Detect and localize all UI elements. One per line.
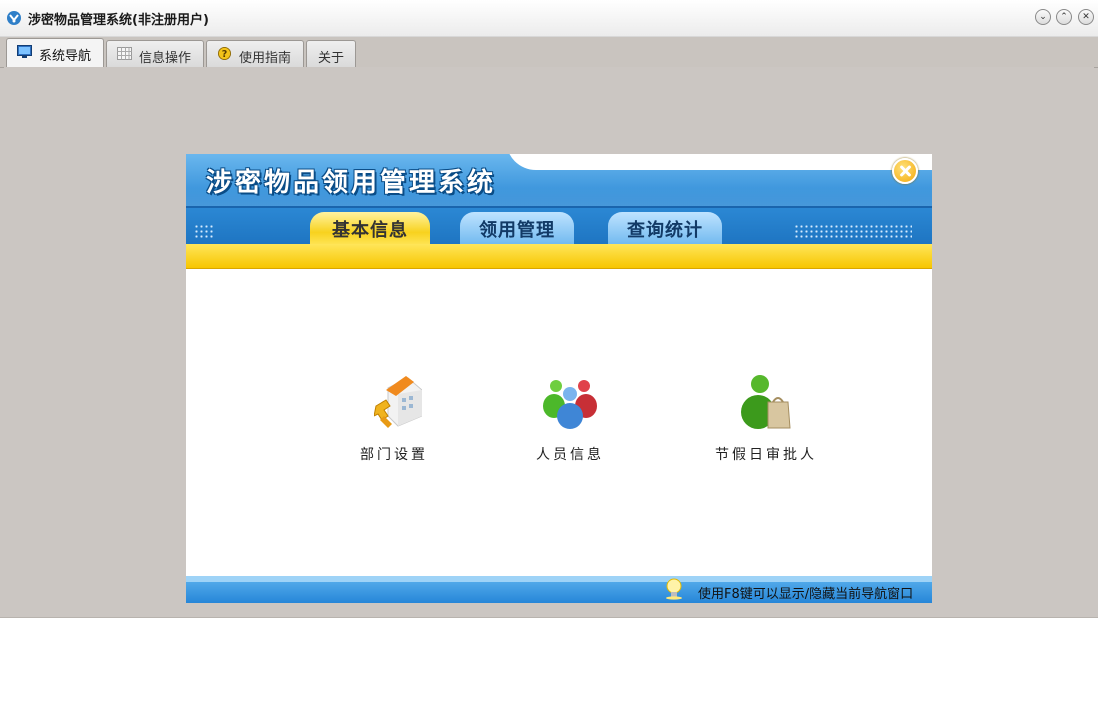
svg-text:?: ?	[222, 49, 228, 60]
decorative-dots	[194, 224, 214, 240]
item-department-settings[interactable]: 部门设置	[334, 372, 454, 472]
tab-info-operation[interactable]: 信息操作	[106, 40, 204, 68]
item-label: 节假日审批人	[715, 447, 817, 463]
monitor-icon	[17, 45, 32, 58]
tab-label: 关于	[318, 51, 345, 66]
tab-label: 使用指南	[239, 51, 292, 66]
chevron-down-icon: ⌄	[1039, 12, 1047, 22]
nav-tab-underline	[186, 244, 932, 269]
window-title: 涉密物品管理系统(非注册用户)	[28, 13, 209, 28]
nav-tab-borrow-management[interactable]: 领用管理	[460, 212, 574, 246]
panel-title: 涉密物品领用管理系统	[206, 168, 497, 198]
tab-system-nav[interactable]: 系统导航	[6, 38, 104, 69]
tab-strip: 系统导航 信息操作 ? 使用指南 关于	[0, 37, 1098, 69]
tab-about[interactable]: 关于	[306, 40, 356, 68]
approver-icon	[741, 375, 791, 429]
close-icon: ✕	[1082, 12, 1090, 22]
department-building-icon	[374, 376, 422, 428]
people-group-icon	[543, 380, 597, 429]
grid-icon	[117, 47, 132, 60]
restore-button[interactable]: ⌃	[1056, 9, 1072, 25]
nav-tab-basic-info[interactable]: 基本信息	[310, 212, 430, 246]
minimize-button[interactable]: ⌄	[1035, 9, 1051, 25]
main-window: 涉密物品管理系统(非注册用户) ⌄ ⌃ ✕ 系统导航 信息操作 ? 使用指南 关…	[0, 0, 1098, 618]
tab-label: 系统导航	[39, 49, 92, 64]
app-logo-icon	[7, 11, 21, 25]
item-label: 部门设置	[360, 447, 428, 463]
panel-close-button[interactable]	[892, 158, 918, 184]
footer-hint: 使用F8键可以显示/隐藏当前导航窗口	[698, 587, 914, 602]
close-window-button[interactable]: ✕	[1078, 9, 1094, 25]
nav-tab-query-statistics[interactable]: 查询统计	[608, 212, 722, 246]
decorative-dots	[794, 224, 912, 240]
lightbulb-icon	[666, 578, 682, 600]
item-holiday-approver[interactable]: 节假日审批人	[706, 372, 826, 472]
tab-label: 信息操作	[139, 51, 192, 66]
item-label: 人员信息	[536, 447, 604, 463]
item-personnel-info[interactable]: 人员信息	[510, 372, 630, 472]
help-icon: ?	[218, 47, 231, 60]
chevron-up-icon: ⌃	[1060, 12, 1068, 22]
tab-user-guide[interactable]: ? 使用指南	[206, 40, 304, 68]
title-bar: 涉密物品管理系统(非注册用户) ⌄ ⌃ ✕	[0, 0, 1098, 37]
navigation-panel: 涉密物品领用管理系统 基本信息 领用管理 查询统计 部门设置 人员信息 节假日审…	[186, 154, 932, 603]
